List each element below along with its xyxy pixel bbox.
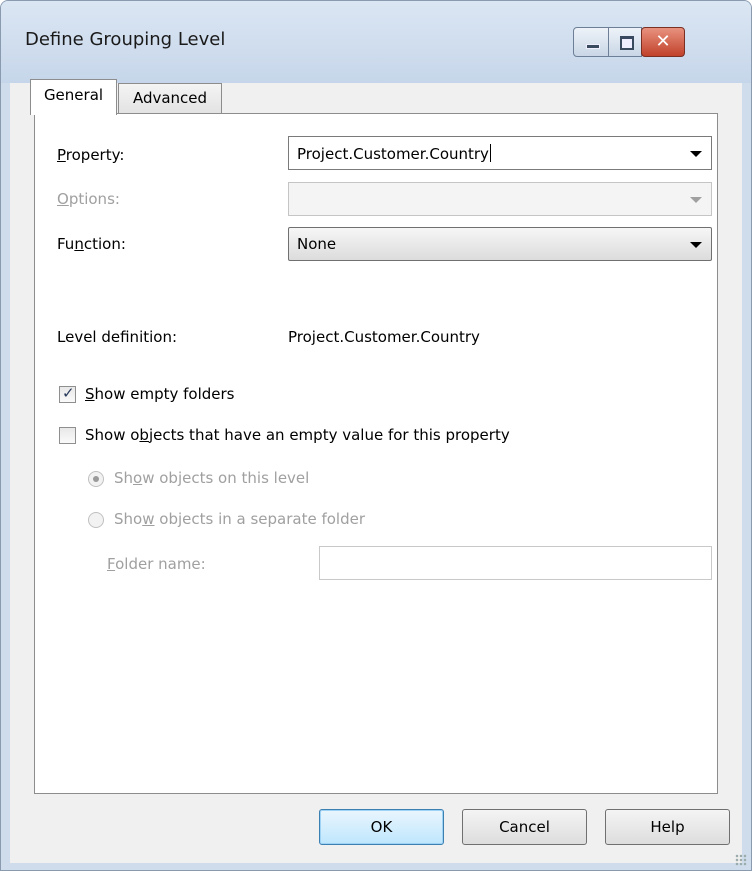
show-separate-folder-radio[interactable] [88, 512, 104, 528]
show-separate-folder-label[interactable]: Show objects in a separate folder [114, 510, 365, 528]
show-objects-empty-value-checkbox[interactable] [59, 427, 76, 444]
property-label: Property: [57, 146, 125, 164]
options-label: Options: [57, 190, 120, 208]
window-title: Define Grouping Level [25, 29, 226, 50]
function-label: Function: [57, 235, 126, 253]
level-definition-label: Level definition: [57, 328, 178, 346]
folder-name-label: Folder name: [107, 555, 206, 573]
ok-button[interactable]: OK [319, 809, 444, 845]
property-combobox[interactable]: Project.Customer.Country [288, 136, 712, 170]
general-panel: Property: Project.Customer.Country Optio… [34, 113, 718, 794]
dropdown-arrow-icon[interactable] [690, 151, 702, 157]
property-value[interactable]: Project.Customer.Country [297, 144, 491, 163]
help-button[interactable]: Help [605, 809, 730, 845]
show-objects-empty-value-label[interactable]: Show objects that have an empty value fo… [85, 426, 510, 444]
folder-name-input[interactable] [319, 546, 712, 580]
cancel-button[interactable]: Cancel [462, 809, 587, 845]
maximize-button[interactable] [608, 27, 642, 57]
title-bar[interactable]: Define Grouping Level ✕ [1, 1, 751, 83]
tab-general[interactable]: General [30, 79, 117, 115]
minimize-icon [586, 44, 600, 49]
minimize-button[interactable] [573, 27, 609, 57]
radio-dot-icon [93, 476, 99, 482]
dialog-window: Define Grouping Level ✕ General Advanced… [0, 0, 752, 871]
function-combobox[interactable]: None [288, 227, 712, 261]
dropdown-arrow-icon [690, 242, 702, 248]
show-on-level-radio[interactable] [88, 471, 104, 487]
close-icon: ✕ [655, 31, 671, 52]
tab-advanced[interactable]: Advanced [118, 83, 222, 113]
show-empty-folders-label[interactable]: Show empty folders [85, 385, 235, 403]
checkmark-icon: ✓ [62, 384, 75, 402]
resize-grip-icon[interactable] [735, 854, 747, 866]
show-empty-folders-checkbox[interactable]: ✓ [59, 384, 76, 403]
close-button[interactable]: ✕ [641, 27, 685, 57]
options-combobox[interactable] [288, 182, 712, 216]
show-on-level-label[interactable]: Show objects on this level [114, 469, 309, 487]
dropdown-arrow-icon [690, 197, 702, 203]
maximize-icon [620, 36, 634, 50]
level-definition-value: Project.Customer.Country [288, 328, 480, 346]
